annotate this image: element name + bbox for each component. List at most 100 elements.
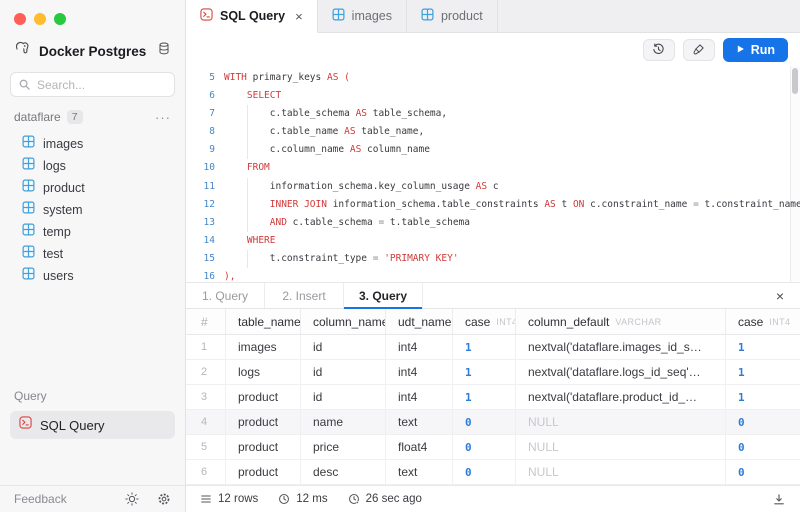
line-number: 11 <box>186 178 215 196</box>
code-line: 16), <box>186 268 800 282</box>
column-name: column_default <box>528 315 609 329</box>
cell: int4 <box>386 360 453 384</box>
format-button[interactable] <box>683 39 715 61</box>
column-header-row-number[interactable]: # <box>186 309 226 334</box>
result-tab-2-insert[interactable]: 2. Insert <box>265 283 344 308</box>
code-line: 12 INNER JOIN information_schema.table_c… <box>186 196 800 214</box>
code-line: 11 information_schema.key_column_usage A… <box>186 178 800 196</box>
cell: 2 <box>186 360 226 384</box>
table-row[interactable]: 2logsidint41nextval('dataflare.logs_id_s… <box>186 360 800 385</box>
line-number: 5 <box>186 69 215 87</box>
table-icon <box>22 135 35 153</box>
table-row[interactable]: 5productpricefloat40NULL0 <box>186 435 800 460</box>
line-number: 15 <box>186 250 215 268</box>
tab-sql-query[interactable]: SQL Query× <box>186 0 318 33</box>
close-tab-icon[interactable]: × <box>295 9 303 24</box>
table-name-label: temp <box>43 225 71 239</box>
feedback-link[interactable]: Feedback <box>14 492 107 506</box>
tab-images[interactable]: images <box>318 0 407 32</box>
table-icon <box>22 201 35 219</box>
column-header-column-name-2[interactable]: column_name… <box>301 309 386 334</box>
tab-label: product <box>441 9 483 23</box>
sidebar-item-product[interactable]: product <box>0 177 185 199</box>
cell: NULL <box>516 435 726 459</box>
download-results-icon[interactable] <box>772 493 786 506</box>
tab-bar: SQL Query×images product <box>186 0 800 33</box>
database-icon[interactable] <box>157 41 171 61</box>
column-name: # <box>198 315 208 329</box>
cell: text <box>386 460 453 484</box>
column-header-case-4[interactable]: caseINT4 <box>453 309 516 334</box>
cell: 0 <box>453 410 516 434</box>
cell: desc <box>301 460 386 484</box>
result-tab-3-query[interactable]: 3. Query <box>344 283 423 308</box>
table-row[interactable]: 4productnametext0NULL0 <box>186 410 800 435</box>
schema-more-icon[interactable]: ··· <box>155 110 171 125</box>
sidebar-item-logs[interactable]: logs <box>0 155 185 177</box>
code-text: ), <box>215 268 235 282</box>
sidebar-item-temp[interactable]: temp <box>0 221 185 243</box>
search-input[interactable] <box>10 72 175 97</box>
close-window-icon[interactable] <box>14 13 26 25</box>
code-text: c.column_name AS column_name <box>215 141 430 159</box>
schema-row[interactable]: dataflare 7 ··· <box>0 107 185 127</box>
code-line: 14 WHERE <box>186 232 800 250</box>
column-name: case <box>738 315 763 329</box>
history-button[interactable] <box>643 39 675 61</box>
result-grid-header: #table_name…column_name…udt_name…caseINT… <box>186 309 800 335</box>
sidebar-item-sql-query[interactable]: SQL Query <box>10 411 175 439</box>
sidebar-spacer <box>0 287 185 389</box>
sidebar-item-users[interactable]: users <box>0 265 185 287</box>
sidebar-item-system[interactable]: system <box>0 199 185 221</box>
table-row[interactable]: 1imagesidint41nextval('dataflare.images_… <box>186 335 800 360</box>
cell: price <box>301 435 386 459</box>
sidebar-item-test[interactable]: test <box>0 243 185 265</box>
connection-header[interactable]: Docker Postgres <box>0 32 185 62</box>
line-number: 10 <box>186 159 215 177</box>
table-name-label: logs <box>43 159 66 173</box>
column-header-case-6[interactable]: caseINT4 <box>726 309 800 334</box>
code-text: c.table_schema AS table_schema, <box>215 105 447 123</box>
cell: 0 <box>726 460 800 484</box>
line-number: 16 <box>186 268 215 282</box>
settings-gear-icon[interactable] <box>157 492 171 506</box>
cell: product <box>226 385 301 409</box>
line-number: 8 <box>186 123 215 141</box>
code-text: AND c.table_schema = t.table_schema <box>215 214 470 232</box>
sidebar-item-images[interactable]: images <box>0 133 185 155</box>
minimize-window-icon[interactable] <box>34 13 46 25</box>
table-icon <box>421 8 434 24</box>
column-name: case <box>465 315 490 329</box>
run-button[interactable]: Run <box>723 38 788 62</box>
line-number: 6 <box>186 87 215 105</box>
code-text: information_schema.key_column_usage AS c <box>215 178 499 196</box>
tab-product[interactable]: product <box>407 0 498 32</box>
column-header-udt-name-3[interactable]: udt_name… <box>386 309 453 334</box>
code-text: INNER JOIN information_schema.table_cons… <box>215 196 800 214</box>
close-results-icon[interactable]: × <box>776 288 784 304</box>
cell: int4 <box>386 335 453 359</box>
cell: 1 <box>186 335 226 359</box>
status-bar: 12 rows12 ms26 sec ago <box>186 485 800 512</box>
cell: 1 <box>453 335 516 359</box>
table-row[interactable]: 6productdesctext0NULL0 <box>186 460 800 485</box>
cell: 1 <box>726 335 800 359</box>
cell: 5 <box>186 435 226 459</box>
column-header-table-name-1[interactable]: table_name… <box>226 309 301 334</box>
history-clock-icon <box>348 493 360 505</box>
cell: nextval('dataflare.product_id_… <box>516 385 726 409</box>
code-text: SELECT <box>215 87 281 105</box>
theme-toggle-icon[interactable] <box>125 492 139 506</box>
column-header-column-default-5[interactable]: column_defaultVARCHAR <box>516 309 726 334</box>
sql-editor[interactable]: 5WITH primary_keys AS (6 SELECT7 c.table… <box>186 66 800 282</box>
cell: 0 <box>453 435 516 459</box>
cell: nextval('dataflare.images_id_s… <box>516 335 726 359</box>
table-row[interactable]: 3productidint41nextval('dataflare.produc… <box>186 385 800 410</box>
editor-scrollbar[interactable] <box>790 66 800 282</box>
run-label: Run <box>751 43 775 57</box>
cell: name <box>301 410 386 434</box>
result-tab-1-query[interactable]: 1. Query <box>186 283 265 308</box>
window-controls[interactable] <box>0 0 185 32</box>
table-icon <box>22 157 35 175</box>
zoom-window-icon[interactable] <box>54 13 66 25</box>
